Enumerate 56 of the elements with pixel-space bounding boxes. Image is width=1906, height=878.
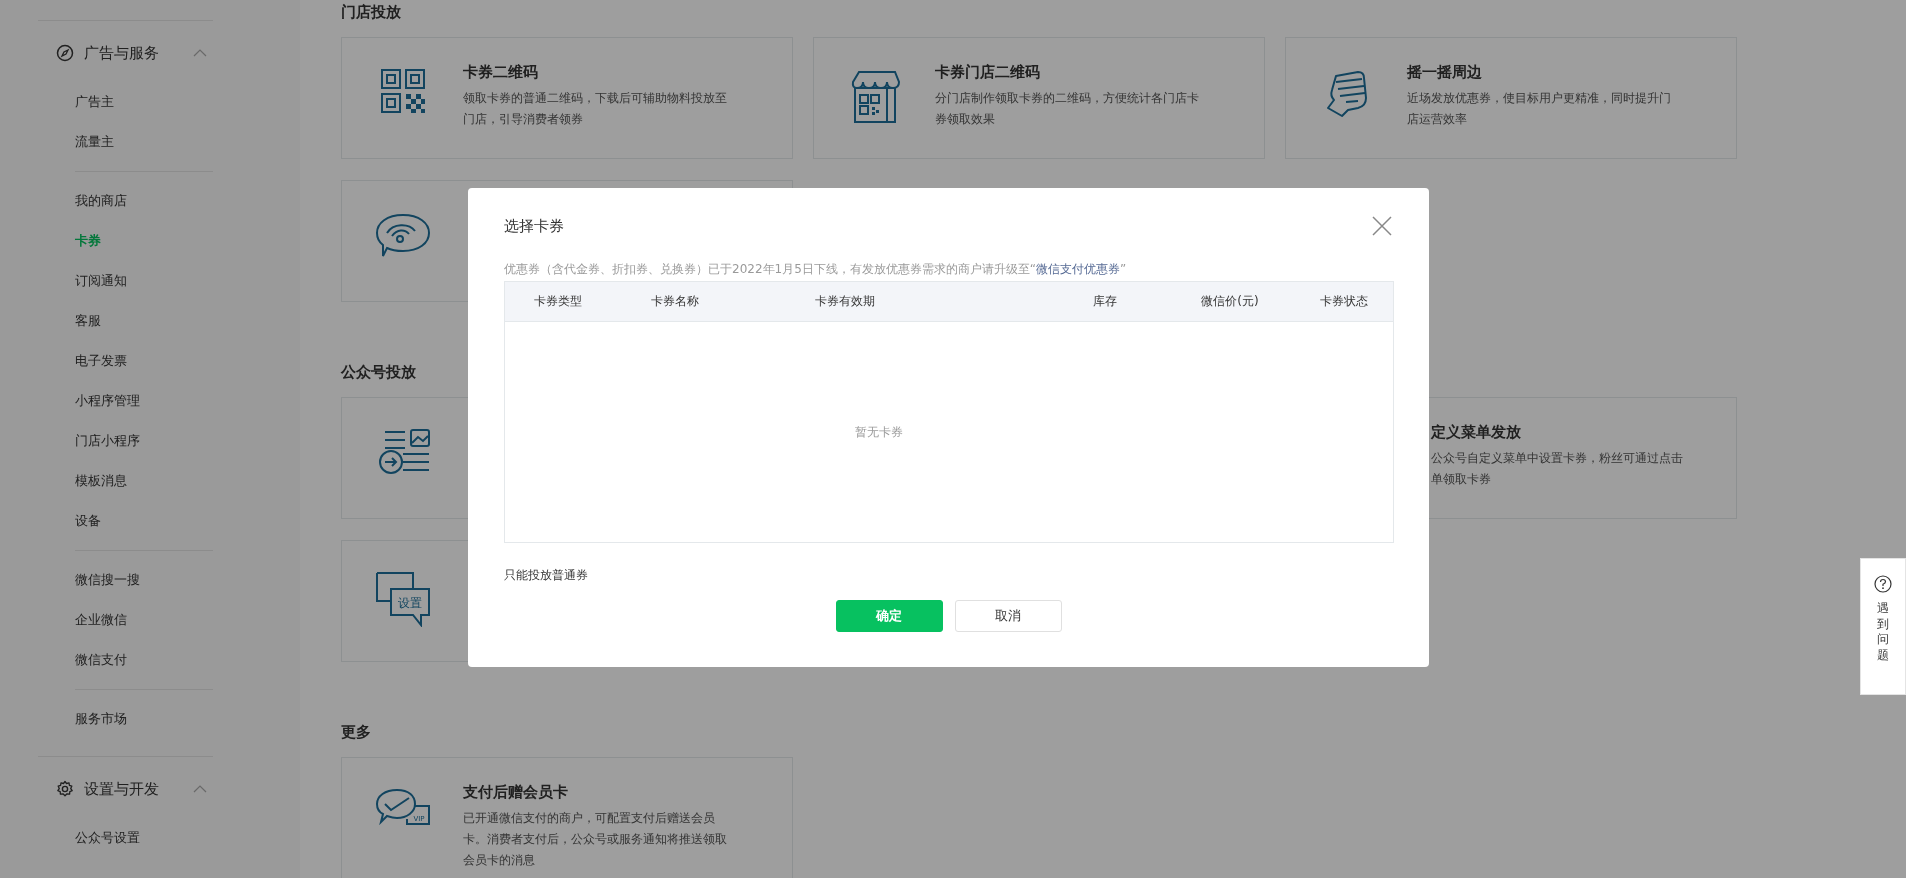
sidebar-item[interactable]: 订阅通知 <box>75 261 213 301</box>
sidebar-item[interactable]: 微信搜一搜 <box>75 560 213 600</box>
sidebar-item[interactable]: 流量主 <box>75 122 213 162</box>
help-icon <box>1874 575 1892 593</box>
column-header: 卡券类型 <box>533 293 583 310</box>
section-title: 更多 <box>341 722 372 743</box>
column-header: 卡券有效期 <box>814 293 876 310</box>
sidebar-item[interactable]: 服务市场 <box>75 699 213 739</box>
card-description: 已开通微信支付的商户，可配置支付后赠送会员 卡。消费者支付后，公众号或服务通知将推送领取 会员卡的消息 <box>463 810 727 869</box>
dialog-title: 选择卡券 <box>504 216 564 236</box>
notice-text: 优惠券（含代金券、折扣券、兑换券）已于2022年1月5日下线，有发放优惠券需求的商户请升级至“微信支付优惠券” <box>504 261 1128 278</box>
card-description: 领取卡券的普通二维码，下载后可辅助物料投放至 门店，引导消费者领券 <box>463 90 727 128</box>
card-title: 摇一摇周边 <box>1407 62 1483 83</box>
feature-card[interactable]: 卡券二维码 领取卡券的普通二维码，下载后可辅助物料投放至 门店，引导消费者领券 <box>341 37 793 159</box>
chevron-up-icon[interactable] <box>193 49 207 57</box>
sidebar-group-header[interactable]: 设置与开发 <box>38 769 213 809</box>
empty-state-text: 暂无卡券 <box>855 423 903 441</box>
sidebar-item[interactable]: 设备 <box>75 501 213 541</box>
wifi-chat-bubble-icon <box>374 211 431 259</box>
sidebar-group-title: 设置与开发 <box>84 779 160 799</box>
card-title: 支付后赠会员卡 <box>463 782 569 803</box>
card-title: 卡券二维码 <box>463 62 539 83</box>
sidebar-item[interactable]: 门店小程序 <box>75 421 213 461</box>
qr-code-icon <box>379 68 426 114</box>
sidebar-item[interactable]: 模板消息 <box>75 461 213 501</box>
sidebar-item[interactable]: 客服 <box>75 301 213 341</box>
chevron-up-icon[interactable] <box>193 785 207 793</box>
compass-icon <box>56 44 74 62</box>
settings-icon <box>56 780 74 798</box>
column-header: 卡券名称 <box>650 293 700 310</box>
sidebar-item[interactable]: 广告主 <box>75 82 213 122</box>
sidebar-item[interactable]: 微信支付 <box>75 640 213 680</box>
close-button[interactable] <box>1371 215 1393 237</box>
footnote-text: 只能投放普通券 <box>504 567 589 584</box>
sidebar-item[interactable]: 电子发票 <box>75 341 213 381</box>
sidebar-item[interactable]: 我的商店 <box>75 181 213 221</box>
feature-card[interactable]: 卡券门店二维码 分门店制作领取卡券的二维码，方便统计各门店卡 券领取效果 <box>813 37 1265 159</box>
cancel-button[interactable]: 取消 <box>954 600 1062 632</box>
sidebar-item[interactable]: 企业微信 <box>75 600 213 640</box>
sidebar-group-header[interactable]: 广告与服务 <box>38 33 213 73</box>
section-title: 公众号投放 <box>341 362 417 383</box>
sidebar-group-title: 广告与服务 <box>84 43 160 63</box>
card-description: 分门店制作领取卡券的二维码，方便统计各门店卡 券领取效果 <box>935 90 1199 128</box>
sidebar-item[interactable]: 公众号设置 <box>75 818 213 858</box>
feature-card[interactable]: 摇一摇周边 近场发放优惠券，使目标用户更精准，同时提升门 店运营效率 <box>1285 37 1737 159</box>
column-header: 库存 <box>1092 293 1118 310</box>
card-title: 卡券门店二维码 <box>935 62 1041 83</box>
card-description: 公众号自定义菜单中设置卡券，粉丝可通过点击 单领取卡券 <box>1431 450 1683 488</box>
column-header: 卡券状态 <box>1319 293 1369 310</box>
help-button[interactable]: 遇到问题 <box>1860 558 1906 695</box>
sidebar-item[interactable]: 小程序管理 <box>75 381 213 421</box>
card-description: 近场发放优惠券，使目标用户更精准，同时提升门 店运营效率 <box>1407 90 1671 128</box>
notice-link[interactable]: 微信支付优惠券 <box>1036 262 1121 276</box>
section-title: 门店投放 <box>341 2 402 23</box>
card-title: 定义菜单发放 <box>1431 422 1522 443</box>
column-header: 微信价(元) <box>1200 293 1260 310</box>
